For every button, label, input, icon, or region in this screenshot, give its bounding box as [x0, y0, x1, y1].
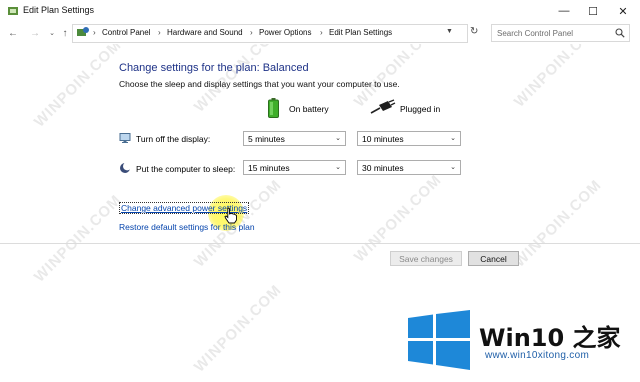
- on-battery-column-header: On battery: [289, 104, 329, 114]
- display-plugged-value: 10 minutes: [362, 134, 404, 144]
- windows-logo-icon: [408, 310, 470, 370]
- save-changes-button[interactable]: Save changes: [390, 251, 462, 266]
- back-arrow-icon[interactable]: ←: [6, 26, 20, 40]
- breadcrumb-separator-icon: ›: [320, 28, 323, 37]
- up-arrow-icon[interactable]: ↑: [58, 26, 72, 40]
- plugged-in-column-header: Plugged in: [400, 104, 441, 114]
- chevron-down-icon: ⌄: [450, 164, 456, 171]
- close-button[interactable]: ✕: [608, 0, 638, 22]
- chevron-down-icon: ⌄: [335, 164, 341, 171]
- page-title: Change settings for the plan: Balanced: [119, 62, 309, 74]
- sleep-plugged-value: 30 minutes: [362, 163, 404, 173]
- display-plugged-select[interactable]: 10 minutes ⌄: [357, 131, 461, 146]
- moon-icon: [120, 162, 131, 173]
- title-bar: [0, 0, 640, 23]
- breadcrumb-control-panel[interactable]: Control Panel: [102, 28, 150, 37]
- battery-icon: [268, 98, 279, 118]
- monitor-icon: [119, 133, 131, 143]
- breadcrumb-power-options[interactable]: Power Options: [259, 28, 311, 37]
- divider: [0, 243, 640, 244]
- power-plug-icon: [370, 99, 396, 114]
- display-battery-select[interactable]: 5 minutes ⌄: [243, 131, 346, 146]
- page-description: Choose the sleep and display settings th…: [119, 79, 400, 89]
- window-title: Edit Plan Settings: [23, 5, 95, 15]
- search-icon[interactable]: [615, 28, 625, 38]
- breadcrumb-separator-icon: ›: [250, 28, 253, 37]
- maximize-button[interactable]: ☐: [578, 0, 608, 22]
- watermark: WINPOIN.COM: [30, 36, 126, 131]
- breadcrumb-edit-plan-settings[interactable]: Edit Plan Settings: [329, 28, 392, 37]
- watermark: WINPOIN.COM: [190, 281, 286, 376]
- power-options-icon: [8, 7, 18, 15]
- display-battery-value: 5 minutes: [248, 134, 285, 144]
- chevron-down-icon: ⌄: [450, 135, 456, 142]
- search-input[interactable]: [497, 28, 609, 38]
- control-panel-icon: [77, 27, 89, 36]
- forward-arrow-icon[interactable]: →: [28, 26, 42, 40]
- address-dropdown-icon[interactable]: ▼: [446, 28, 453, 35]
- watermark: WINPOIN.COM: [510, 176, 606, 271]
- breadcrumb-separator-icon: ›: [93, 28, 96, 37]
- sleep-plugged-select[interactable]: 30 minutes ⌄: [357, 160, 461, 175]
- cancel-button[interactable]: Cancel: [468, 251, 519, 266]
- display-timeout-label: Turn off the display:: [136, 134, 211, 144]
- logo-url: www.win10xitong.com: [485, 350, 590, 361]
- restore-defaults-link[interactable]: Restore default settings for this plan: [119, 222, 255, 232]
- logo-text: Win10 之家: [479, 324, 621, 352]
- watermark: WINPOIN.COM: [30, 191, 126, 286]
- sleep-battery-select[interactable]: 15 minutes ⌄: [243, 160, 346, 175]
- sleep-battery-value: 15 minutes: [248, 163, 290, 173]
- breadcrumb-hardware-and-sound[interactable]: Hardware and Sound: [167, 28, 243, 37]
- recent-pages-chevron-icon[interactable]: ⌄: [45, 26, 59, 40]
- breadcrumb-separator-icon: ›: [158, 28, 161, 37]
- minimize-button[interactable]: —: [549, 0, 579, 22]
- chevron-down-icon: ⌄: [335, 135, 341, 142]
- search-box[interactable]: [491, 24, 630, 42]
- refresh-icon[interactable]: ↻: [470, 26, 478, 37]
- sleep-timeout-label: Put the computer to sleep:: [136, 164, 236, 174]
